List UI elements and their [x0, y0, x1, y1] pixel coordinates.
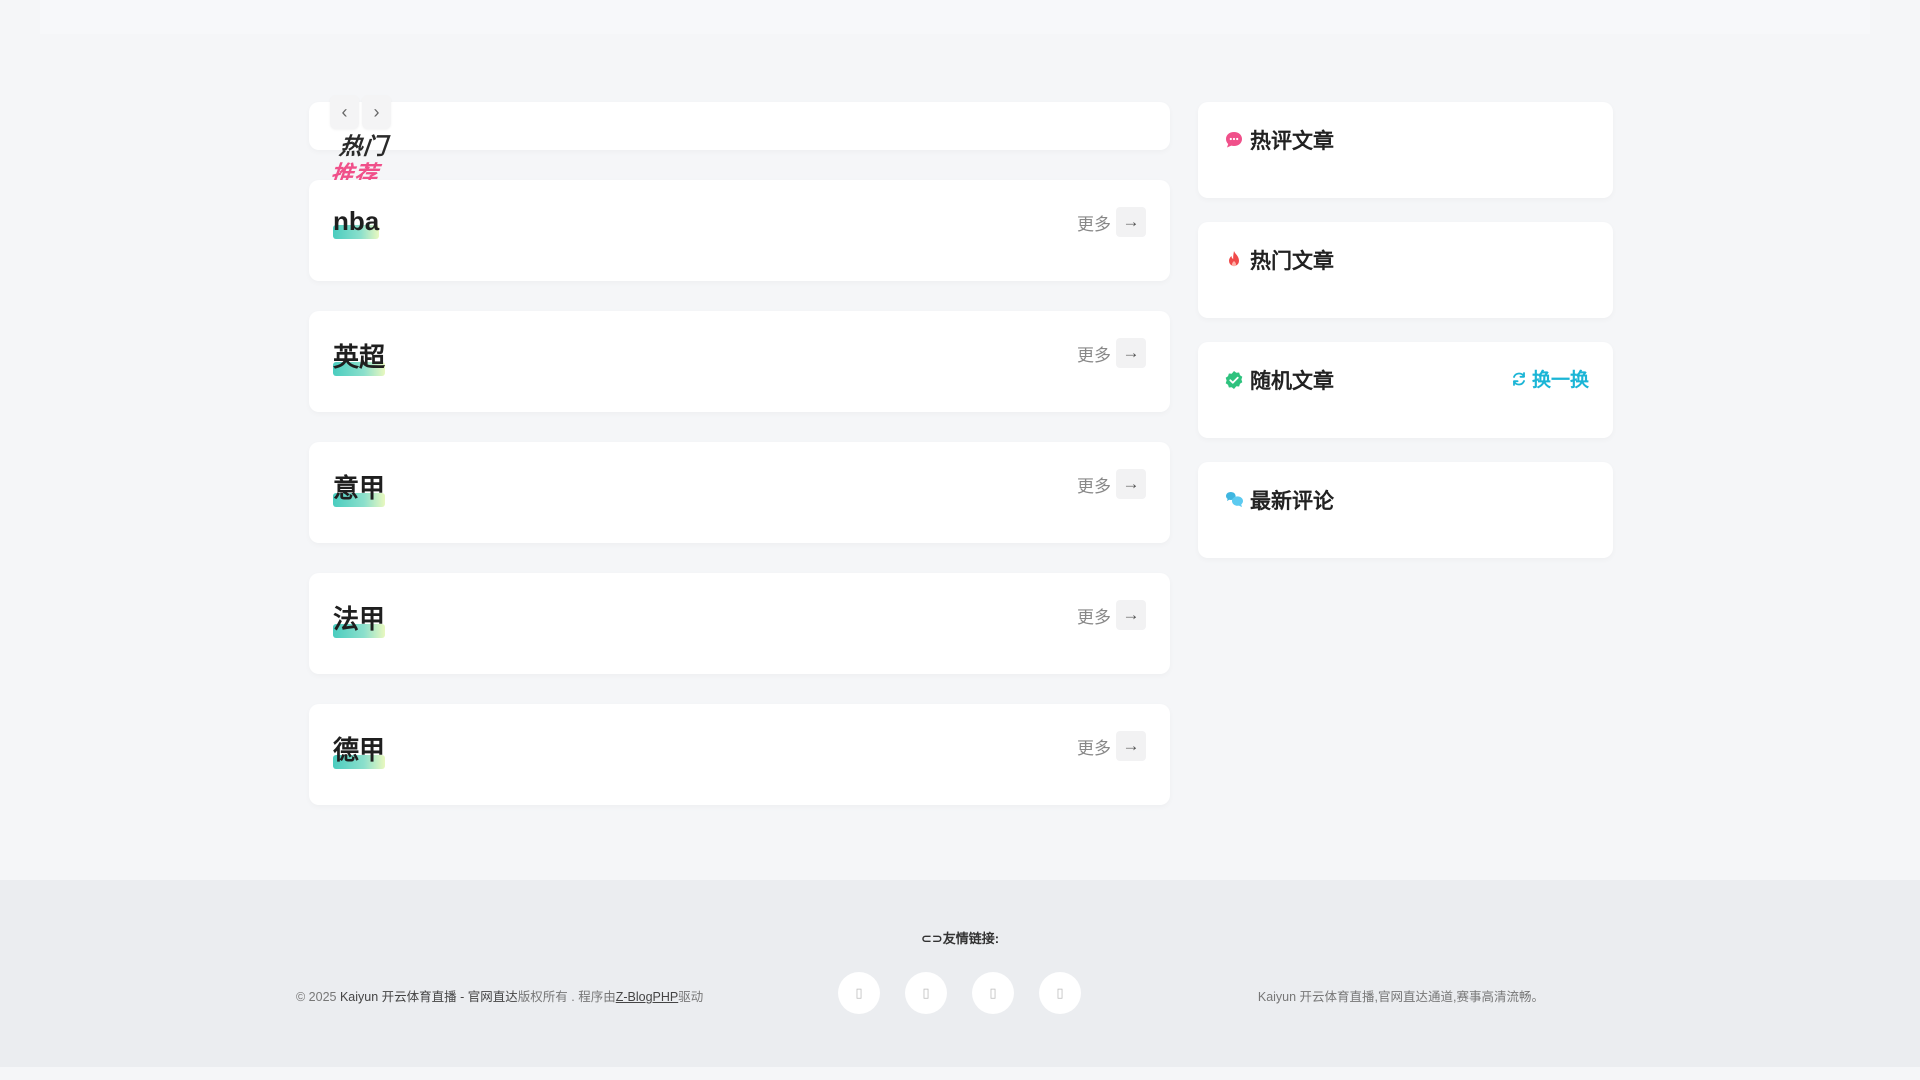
more-link[interactable]: 更多 →: [1077, 731, 1146, 761]
top-bar: [40, 0, 1870, 34]
chevron-left-icon: ‹: [341, 101, 348, 122]
widget-title: 热门文章: [1250, 250, 1334, 273]
more-label: 更多: [1077, 476, 1111, 496]
refresh-icon: [1513, 371, 1525, 386]
category-card-ligue-1: 法甲 更多 →: [309, 573, 1170, 674]
arrow-right-icon[interactable]: →: [1116, 731, 1146, 761]
check-badge-icon: [1225, 371, 1243, 389]
footer: ⊂⊃友情链接: © 2025 Kaiyun 开云体育直播 - 官网直达版权所有 …: [0, 880, 1920, 1067]
more-link[interactable]: 更多 →: [1077, 207, 1146, 237]
widget-title: 随机文章: [1250, 370, 1334, 393]
category-card-serie-a: 意甲 更多 →: [309, 442, 1170, 543]
refresh-button[interactable]: 换一换: [1511, 365, 1589, 392]
sidebar: 热评文章 热门文章 随机文章 换一换 最新评论: [1198, 102, 1613, 582]
more-label: 更多: [1077, 607, 1111, 627]
chat-bubble-icon: [1226, 132, 1242, 148]
widget-title: 最新评论: [1250, 490, 1334, 513]
rights-text: 版权所有 . 程序由: [517, 990, 616, 1004]
flame-icon: [1229, 251, 1239, 267]
friend-links-label: 友情链接:: [942, 931, 1000, 946]
chevron-right-icon: ›: [373, 101, 380, 122]
social-icon-3[interactable]: ▯: [972, 972, 1014, 1014]
widget-latest-comments: 最新评论: [1198, 462, 1613, 558]
more-label: 更多: [1077, 214, 1111, 234]
arrow-right-icon[interactable]: →: [1116, 600, 1146, 630]
category-title: 意甲: [333, 468, 386, 507]
slider-nav: ‹ ›: [330, 95, 391, 129]
social-icon-4[interactable]: ▯: [1039, 972, 1081, 1014]
driver-suffix: 驱动: [678, 990, 704, 1004]
badge-line-1: 热门: [338, 133, 389, 159]
more-link[interactable]: 更多 →: [1077, 338, 1146, 368]
widget-hot-articles: 热门文章: [1198, 222, 1613, 318]
category-card-bundesliga: 德甲 更多 →: [309, 704, 1170, 805]
more-link[interactable]: 更多 →: [1077, 469, 1146, 499]
site-name-link[interactable]: Kaiyun 开云体育直播 - 官网直达: [340, 990, 518, 1004]
slider-next-button[interactable]: ›: [362, 95, 391, 129]
arrow-right-icon[interactable]: →: [1116, 338, 1146, 368]
category-title: nba: [333, 206, 380, 239]
more-label: 更多: [1077, 345, 1111, 365]
category-title: 德甲: [333, 730, 386, 769]
category-title: 法甲: [333, 599, 386, 638]
slider-prev-button[interactable]: ‹: [330, 95, 359, 129]
social-links: ▯ ▯ ▯ ▯: [838, 972, 1081, 1014]
more-label: 更多: [1077, 738, 1111, 758]
copyright-prefix: © 2025: [296, 990, 340, 1004]
link-icon: ⊂⊃: [920, 931, 943, 946]
copyright: © 2025 Kaiyun 开云体育直播 - 官网直达版权所有 . 程序由Z-B…: [296, 986, 703, 1005]
widget-random-articles: 随机文章 换一换: [1198, 342, 1613, 438]
bottom-strip: [0, 1067, 1920, 1080]
footer-description: Kaiyun 开云体育直播,官网直达通道,赛事高清流畅。: [1257, 990, 1544, 1004]
more-link[interactable]: 更多 →: [1077, 600, 1146, 630]
social-icon-2[interactable]: ▯: [905, 972, 947, 1014]
main-column: ‹ › 热门 推荐 nba 更多 → 英超 更多 → 意甲 更多 → 法甲 更多…: [309, 95, 1170, 835]
hot-slider: ‹ › 热门 推荐: [309, 95, 1170, 187]
zblog-link[interactable]: Z-BlogPHP: [616, 990, 679, 1004]
widget-hot-comments: 热评文章: [1198, 102, 1613, 198]
widget-title: 热评文章: [1250, 130, 1334, 153]
arrow-right-icon[interactable]: →: [1116, 469, 1146, 499]
refresh-label: 换一换: [1531, 370, 1589, 391]
category-card-nba: nba 更多 →: [309, 180, 1170, 281]
comments-icon: [1226, 492, 1243, 508]
arrow-right-icon[interactable]: →: [1116, 207, 1146, 237]
friend-links: ⊂⊃友情链接:: [0, 928, 1920, 947]
category-card-premier-league: 英超 更多 →: [309, 311, 1170, 412]
social-icon-1[interactable]: ▯: [838, 972, 880, 1014]
category-title: 英超: [333, 337, 386, 376]
